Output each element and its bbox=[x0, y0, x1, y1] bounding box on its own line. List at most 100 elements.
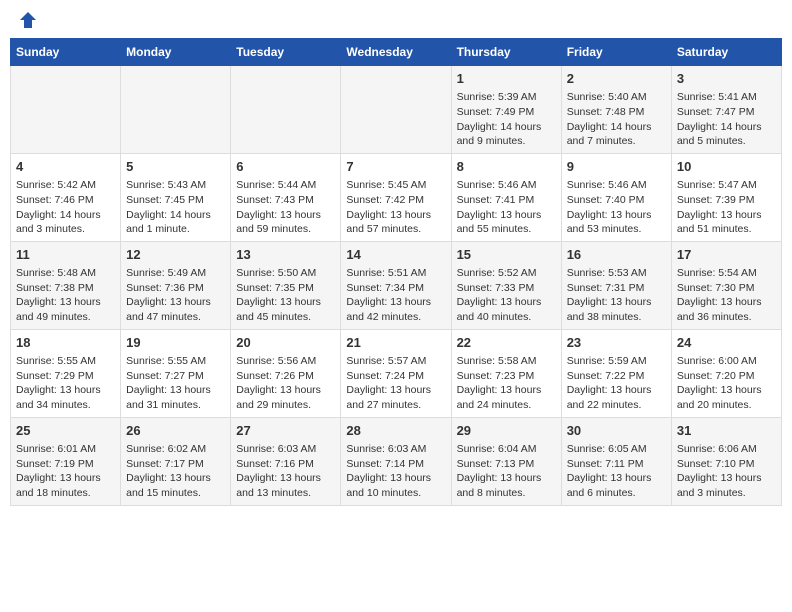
calendar-cell: 12Sunrise: 5:49 AMSunset: 7:36 PMDayligh… bbox=[121, 241, 231, 329]
day-info: Daylight: 13 hours bbox=[677, 383, 776, 398]
day-info: Daylight: 13 hours bbox=[236, 295, 335, 310]
day-info: Daylight: 13 hours bbox=[126, 383, 225, 398]
column-header-tuesday: Tuesday bbox=[231, 39, 341, 66]
day-info: and 7 minutes. bbox=[567, 134, 666, 149]
calendar-cell: 10 Sunrise: 5:47 AMSunset: 7:39 PMDayligh… bbox=[671, 153, 781, 241]
calendar-cell: 28Sunrise: 6:03 AMSunset: 7:14 PMDayligh… bbox=[341, 417, 451, 505]
day-info: Sunrise: 5:46 AM bbox=[567, 178, 666, 193]
calendar-cell: 18Sunrise: 5:55 AMSunset: 7:29 PMDayligh… bbox=[11, 329, 121, 417]
day-info: and 36 minutes. bbox=[677, 310, 776, 325]
day-number: 28 bbox=[346, 422, 445, 440]
day-info: Sunrise: 5:45 AM bbox=[346, 178, 445, 193]
calendar-cell: 22Sunrise: 5:58 AMSunset: 7:23 PMDayligh… bbox=[451, 329, 561, 417]
day-number: 25 bbox=[16, 422, 115, 440]
day-info: Daylight: 13 hours bbox=[457, 471, 556, 486]
calendar-cell: 1Sunrise: 5:39 AMSunset: 7:49 PMDaylight… bbox=[451, 66, 561, 154]
day-number: 4 bbox=[16, 158, 115, 176]
day-number: 31 bbox=[677, 422, 776, 440]
day-info: Sunset: 7:11 PM bbox=[567, 457, 666, 472]
calendar-week-row: 1Sunrise: 5:39 AMSunset: 7:49 PMDaylight… bbox=[11, 66, 782, 154]
calendar-week-row: 18Sunrise: 5:55 AMSunset: 7:29 PMDayligh… bbox=[11, 329, 782, 417]
day-info: and 47 minutes. bbox=[126, 310, 225, 325]
day-info: Daylight: 13 hours bbox=[236, 383, 335, 398]
day-info: Sunset: 7:22 PM bbox=[567, 369, 666, 384]
page-header bbox=[10, 10, 782, 30]
day-info: and 38 minutes. bbox=[567, 310, 666, 325]
calendar-cell: 9Sunrise: 5:46 AMSunset: 7:40 PMDaylight… bbox=[561, 153, 671, 241]
day-info: Sunrise: 6:04 AM bbox=[457, 442, 556, 457]
calendar-cell: 26Sunrise: 6:02 AMSunset: 7:17 PMDayligh… bbox=[121, 417, 231, 505]
calendar-cell bbox=[341, 66, 451, 154]
calendar-cell bbox=[121, 66, 231, 154]
day-info: Sunset: 7:29 PM bbox=[16, 369, 115, 384]
day-info: Sunset: 7:35 PM bbox=[236, 281, 335, 296]
day-info: Sunrise: 6:02 AM bbox=[126, 442, 225, 457]
day-info: Sunset: 7:39 PM bbox=[677, 193, 776, 208]
day-info: and 53 minutes. bbox=[567, 222, 666, 237]
day-info: Sunrise: 6:00 AM bbox=[677, 354, 776, 369]
calendar-cell: 14Sunrise: 5:51 AMSunset: 7:34 PMDayligh… bbox=[341, 241, 451, 329]
day-number: 11 bbox=[16, 246, 115, 264]
calendar-cell: 2Sunrise: 5:40 AMSunset: 7:48 PMDaylight… bbox=[561, 66, 671, 154]
day-info: Daylight: 14 hours bbox=[677, 120, 776, 135]
day-info: Daylight: 13 hours bbox=[126, 295, 225, 310]
day-info: Daylight: 13 hours bbox=[236, 471, 335, 486]
day-info: Daylight: 13 hours bbox=[567, 208, 666, 223]
day-info: and 27 minutes. bbox=[346, 398, 445, 413]
day-info: Sunset: 7:42 PM bbox=[346, 193, 445, 208]
day-number: 30 bbox=[567, 422, 666, 440]
day-number: 5 bbox=[126, 158, 225, 176]
day-info: Daylight: 13 hours bbox=[677, 208, 776, 223]
day-info: and 6 minutes. bbox=[567, 486, 666, 501]
day-number: 27 bbox=[236, 422, 335, 440]
day-info: and 51 minutes. bbox=[677, 222, 776, 237]
day-info: and 31 minutes. bbox=[126, 398, 225, 413]
day-info: and 29 minutes. bbox=[236, 398, 335, 413]
day-info: Sunset: 7:24 PM bbox=[346, 369, 445, 384]
calendar-header-row: SundayMondayTuesdayWednesdayThursdayFrid… bbox=[11, 39, 782, 66]
day-info: and 45 minutes. bbox=[236, 310, 335, 325]
calendar-cell: 5Sunrise: 5:43 AMSunset: 7:45 PMDaylight… bbox=[121, 153, 231, 241]
calendar-cell: 31Sunrise: 6:06 AMSunset: 7:10 PMDayligh… bbox=[671, 417, 781, 505]
day-info: Sunrise: 5:53 AM bbox=[567, 266, 666, 281]
day-number: 21 bbox=[346, 334, 445, 352]
day-info: Daylight: 13 hours bbox=[567, 295, 666, 310]
day-info: Sunrise: 5:54 AM bbox=[677, 266, 776, 281]
day-number: 23 bbox=[567, 334, 666, 352]
day-info: Sunset: 7:41 PM bbox=[457, 193, 556, 208]
day-info: and 59 minutes. bbox=[236, 222, 335, 237]
day-info: and 42 minutes. bbox=[346, 310, 445, 325]
column-header-thursday: Thursday bbox=[451, 39, 561, 66]
calendar-cell: 23Sunrise: 5:59 AMSunset: 7:22 PMDayligh… bbox=[561, 329, 671, 417]
day-info: Sunrise: 5:43 AM bbox=[126, 178, 225, 193]
calendar-cell: 15Sunrise: 5:52 AMSunset: 7:33 PMDayligh… bbox=[451, 241, 561, 329]
calendar-cell: 21Sunrise: 5:57 AMSunset: 7:24 PMDayligh… bbox=[341, 329, 451, 417]
day-info: and 3 minutes. bbox=[16, 222, 115, 237]
day-info: Sunrise: 5:47 AM bbox=[677, 178, 776, 193]
day-number: 10 bbox=[677, 158, 776, 176]
day-info: Sunrise: 6:03 AM bbox=[236, 442, 335, 457]
day-info: and 18 minutes. bbox=[16, 486, 115, 501]
calendar-cell bbox=[231, 66, 341, 154]
day-info: Sunset: 7:45 PM bbox=[126, 193, 225, 208]
calendar-cell: 6Sunrise: 5:44 AMSunset: 7:43 PMDaylight… bbox=[231, 153, 341, 241]
calendar-cell: 11Sunrise: 5:48 AMSunset: 7:38 PMDayligh… bbox=[11, 241, 121, 329]
day-info: Sunset: 7:36 PM bbox=[126, 281, 225, 296]
column-header-saturday: Saturday bbox=[671, 39, 781, 66]
day-info: Sunset: 7:26 PM bbox=[236, 369, 335, 384]
day-info: Daylight: 13 hours bbox=[457, 383, 556, 398]
calendar-cell: 3Sunrise: 5:41 AMSunset: 7:47 PMDaylight… bbox=[671, 66, 781, 154]
calendar-cell: 4Sunrise: 5:42 AMSunset: 7:46 PMDaylight… bbox=[11, 153, 121, 241]
day-info: Sunset: 7:38 PM bbox=[16, 281, 115, 296]
calendar-cell: 7Sunrise: 5:45 AMSunset: 7:42 PMDaylight… bbox=[341, 153, 451, 241]
day-number: 2 bbox=[567, 70, 666, 88]
day-number: 29 bbox=[457, 422, 556, 440]
day-info: Sunrise: 5:56 AM bbox=[236, 354, 335, 369]
day-info: and 20 minutes. bbox=[677, 398, 776, 413]
column-header-wednesday: Wednesday bbox=[341, 39, 451, 66]
day-info: Sunrise: 5:55 AM bbox=[16, 354, 115, 369]
day-info: Daylight: 13 hours bbox=[346, 383, 445, 398]
day-number: 8 bbox=[457, 158, 556, 176]
day-info: Sunrise: 5:51 AM bbox=[346, 266, 445, 281]
day-number: 26 bbox=[126, 422, 225, 440]
